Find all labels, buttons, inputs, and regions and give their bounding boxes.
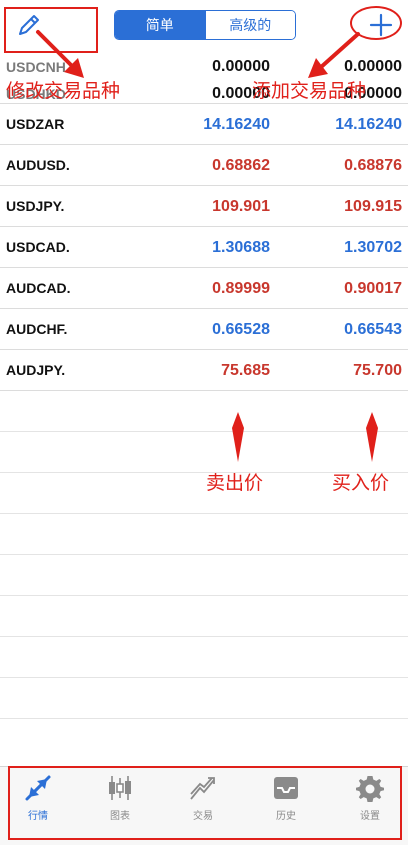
quote-row[interactable]: AUDCHF. 0.66528 0.66543 xyxy=(0,309,408,350)
quote-row[interactable]: AUDCAD. 0.89999 0.90017 xyxy=(0,268,408,309)
buy-price-annotation-label: 买入价 xyxy=(332,472,390,494)
quote-ask: 75.700 xyxy=(353,362,402,379)
segment-simple[interactable]: 简单 xyxy=(115,11,205,39)
quote-ask: 0.66543 xyxy=(344,321,402,338)
empty-row xyxy=(0,391,408,432)
quote-ask: 109.915 xyxy=(344,198,402,215)
edit-annotation-label: 修改交易品种 xyxy=(6,80,121,102)
empty-row xyxy=(0,514,408,555)
sell-price-arrow xyxy=(232,412,244,462)
quote-row[interactable]: USDCAD. 1.30688 1.30702 xyxy=(0,227,408,268)
quote-bid: 1.30688 xyxy=(212,239,270,256)
empty-row xyxy=(0,432,408,473)
tab-bar-highlight-box xyxy=(8,766,402,840)
quote-bid: 0.66528 xyxy=(212,321,270,338)
view-mode-segmented-control: 简单 高级的 xyxy=(114,10,296,40)
quote-ask: 0.68876 xyxy=(344,157,402,174)
quote-symbol: USDCAD. xyxy=(6,239,70,255)
add-annotation-label: 添加交易品种 xyxy=(252,80,367,102)
segment-advanced[interactable]: 高级的 xyxy=(204,11,295,39)
quote-bid: 0.68862 xyxy=(212,157,270,174)
quote-ask: 1.30702 xyxy=(344,239,402,256)
buy-price-arrow xyxy=(366,412,378,462)
empty-row xyxy=(0,678,408,719)
quote-ask: 14.16240 xyxy=(335,116,402,133)
quote-row[interactable]: AUDUSD. 0.68862 0.68876 xyxy=(0,145,408,186)
quote-ask: 0.90017 xyxy=(344,280,402,297)
sell-price-annotation-label: 卖出价 xyxy=(206,472,264,494)
quote-row[interactable]: AUDJPY. 75.685 75.700 xyxy=(0,350,408,391)
quote-symbol: USDJPY. xyxy=(6,198,65,214)
quote-row[interactable]: USDJPY. 109.901 109.915 xyxy=(0,186,408,227)
empty-row xyxy=(0,596,408,637)
empty-row xyxy=(0,555,408,596)
quotes-list: USDCNH 0.00000 0.00000 USDHKD 0.00000 0.… xyxy=(0,50,408,719)
quote-bid: 14.16240 xyxy=(203,116,270,133)
quote-bid: 109.901 xyxy=(212,198,270,215)
quote-symbol: AUDJPY. xyxy=(6,362,66,378)
empty-row xyxy=(0,637,408,678)
quote-bid: 0.89999 xyxy=(212,280,270,297)
quote-symbol: AUDCAD. xyxy=(6,280,71,296)
quote-row[interactable]: USDZAR 14.16240 14.16240 xyxy=(0,104,408,145)
quote-symbol: AUDCHF. xyxy=(6,321,68,337)
quote-symbol: AUDUSD. xyxy=(6,157,70,173)
quote-bid: 75.685 xyxy=(221,362,270,379)
quote-symbol: USDZAR xyxy=(6,116,65,132)
